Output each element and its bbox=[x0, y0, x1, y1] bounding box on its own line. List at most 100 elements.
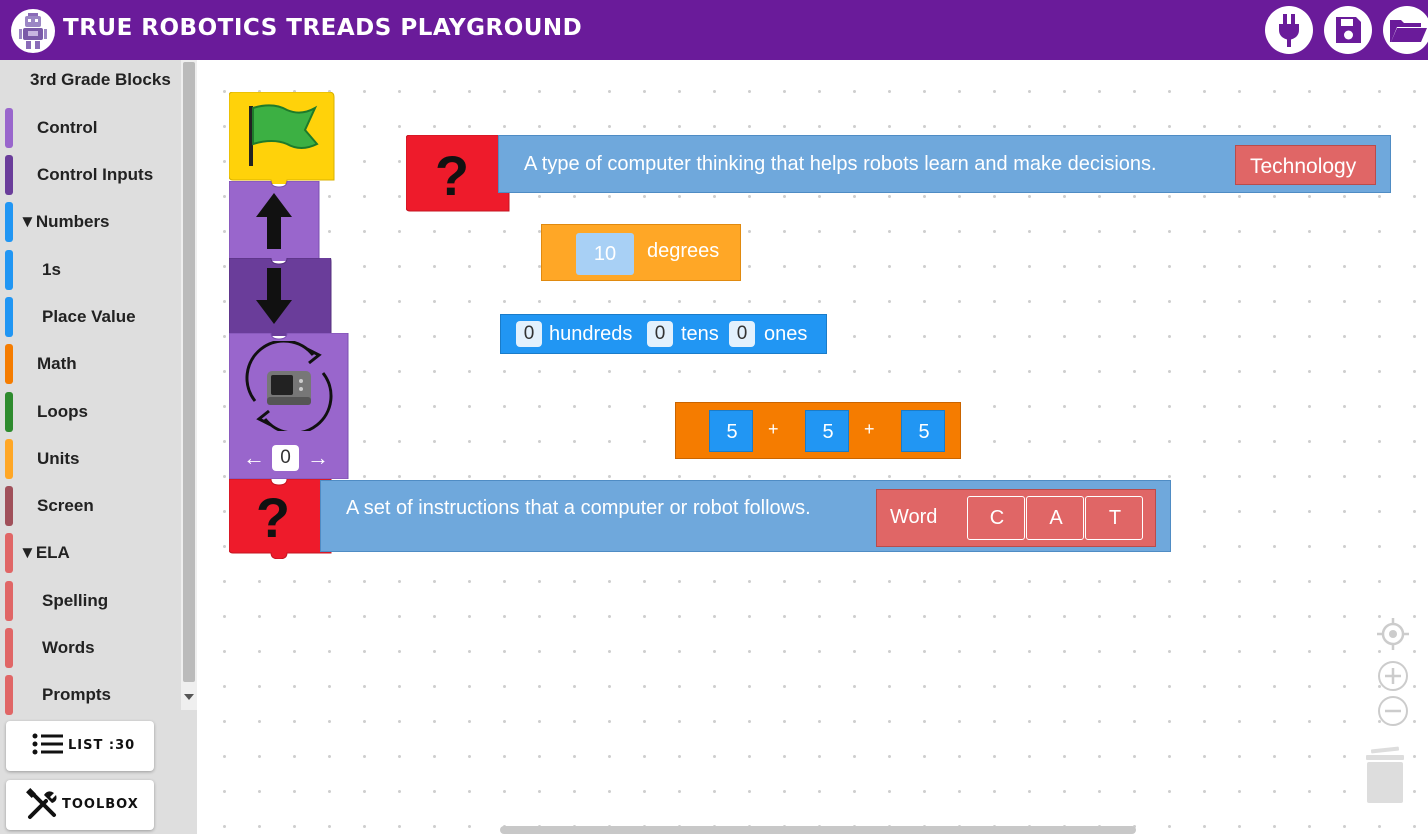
category-list: 3rd Grade Blocks Control Control Inputs … bbox=[0, 60, 181, 715]
category-ela[interactable]: ▼ELA bbox=[0, 533, 181, 573]
category-label: Control bbox=[37, 118, 98, 137]
degrees-value-slot[interactable]: 10 bbox=[576, 233, 634, 275]
category-color-bar bbox=[5, 533, 13, 573]
addition-block[interactable]: 5 + 5 + 5 bbox=[675, 402, 961, 459]
word-block[interactable]: Word C A T bbox=[876, 489, 1156, 547]
prompt-question-block-2[interactable]: ? bbox=[228, 478, 332, 560]
category-place-value[interactable]: Place Value bbox=[0, 297, 181, 337]
category-math[interactable]: Math bbox=[0, 344, 181, 384]
arrow-down-icon bbox=[256, 268, 292, 324]
degrees-value: 10 bbox=[593, 243, 617, 265]
open-folder-button[interactable] bbox=[1383, 6, 1428, 54]
word-label: Word bbox=[890, 506, 938, 528]
addend-3-block[interactable]: 5 bbox=[901, 410, 945, 452]
category-label: Control Inputs bbox=[37, 165, 154, 184]
place-value-block[interactable]: 0 hundreds 0 tens 0 ones bbox=[500, 314, 827, 354]
prompt-text-block-2[interactable]: A set of instructions that a computer or… bbox=[320, 480, 1171, 552]
rotate-left-arrow: ← bbox=[243, 445, 265, 470]
answer-word: Technology bbox=[1250, 155, 1357, 178]
save-disk-icon bbox=[1336, 17, 1361, 43]
addend-2: 5 bbox=[822, 421, 834, 443]
folder-open-icon bbox=[1390, 20, 1427, 42]
category-label: 1s bbox=[42, 260, 61, 279]
connect-button[interactable] bbox=[1265, 6, 1313, 54]
category-label: Prompts bbox=[42, 685, 111, 704]
answer-word-block[interactable]: Technology bbox=[1235, 145, 1376, 185]
zoom-out-icon[interactable] bbox=[1376, 694, 1410, 728]
arrow-up-icon bbox=[256, 193, 292, 249]
scrollbar-thumb[interactable] bbox=[183, 62, 195, 682]
prompt-text-2: A set of instructions that a computer or… bbox=[346, 497, 811, 519]
prompt-question-block-1[interactable]: ? bbox=[405, 134, 510, 213]
category-label: Units bbox=[37, 449, 80, 468]
category-control-inputs[interactable]: Control Inputs bbox=[0, 155, 181, 195]
category-loops[interactable]: Loops bbox=[0, 392, 181, 432]
toolbox-button-label: TOOLBOX bbox=[62, 797, 139, 812]
rotate-right-arrow: → bbox=[307, 445, 329, 470]
tens-input[interactable]: 0 bbox=[647, 321, 673, 347]
save-button[interactable] bbox=[1324, 6, 1372, 54]
addend-1: 5 bbox=[726, 421, 738, 443]
trash-can-icon[interactable] bbox=[1363, 745, 1407, 805]
letter-block-c[interactable]: C bbox=[967, 496, 1025, 540]
list-button-label: LIST :30 bbox=[68, 738, 136, 753]
hundreds-input[interactable]: 0 bbox=[516, 321, 542, 347]
category-1s[interactable]: 1s bbox=[0, 250, 181, 290]
category-control[interactable]: Control bbox=[0, 108, 181, 148]
category-label: ▼ELA bbox=[19, 543, 70, 562]
plus-operator-1: + bbox=[768, 419, 779, 439]
degrees-unit-block[interactable]: 10 degrees bbox=[541, 224, 741, 281]
svg-text:?: ? bbox=[435, 144, 469, 203]
prompt-text-1: A type of computer thinking that helps r… bbox=[524, 153, 1157, 175]
letter-block-t[interactable]: T bbox=[1085, 496, 1143, 540]
addend-3: 5 bbox=[918, 421, 930, 443]
category-color-bar bbox=[5, 675, 13, 715]
move-backward-block[interactable] bbox=[228, 253, 332, 341]
category-color-bar bbox=[5, 202, 13, 242]
category-numbers[interactable]: ▼Numbers bbox=[0, 202, 181, 242]
category-list-title: 3rd Grade Blocks bbox=[30, 70, 171, 89]
rotate-value-input[interactable]: 0 bbox=[272, 445, 299, 471]
question-mark-icon: ? bbox=[256, 486, 290, 545]
category-color-bar bbox=[5, 297, 13, 337]
workspace-horizontal-scrollbar[interactable] bbox=[500, 826, 1136, 834]
recenter-icon[interactable] bbox=[1375, 616, 1411, 652]
category-spelling[interactable]: Spelling bbox=[0, 581, 181, 621]
zoom-in-icon[interactable] bbox=[1376, 659, 1410, 693]
category-color-bar bbox=[5, 486, 13, 526]
category-screen[interactable]: Screen bbox=[0, 486, 181, 526]
list-icon bbox=[32, 733, 63, 755]
letter-c: C bbox=[989, 507, 1005, 529]
ones-label: ones bbox=[764, 323, 808, 345]
category-color-bar bbox=[5, 581, 13, 621]
category-label: Math bbox=[37, 354, 77, 373]
green-flag-block[interactable] bbox=[228, 91, 335, 187]
category-color-bar bbox=[5, 439, 13, 479]
ones-input[interactable]: 0 bbox=[729, 321, 755, 347]
degrees-label: degrees bbox=[647, 240, 720, 262]
tools-icon bbox=[26, 788, 57, 819]
tens-label: tens bbox=[681, 323, 719, 345]
rotate-robot-block[interactable]: ← 0 → bbox=[228, 332, 349, 480]
category-color-bar bbox=[5, 250, 13, 290]
toolbox-button[interactable]: TOOLBOX bbox=[6, 780, 154, 830]
app-title: TRUE ROBOTICS TREADS PLAYGROUND bbox=[63, 15, 583, 41]
category-prompts[interactable]: Prompts bbox=[0, 675, 181, 715]
prompt-text-block-1[interactable]: A type of computer thinking that helps r… bbox=[498, 135, 1391, 193]
move-forward-block[interactable] bbox=[228, 180, 320, 266]
letter-t: T bbox=[1108, 507, 1122, 529]
category-words[interactable]: Words bbox=[0, 628, 181, 668]
category-color-bar bbox=[5, 392, 13, 432]
addend-1-block[interactable]: 5 bbox=[709, 410, 753, 452]
category-scrollbar[interactable] bbox=[181, 60, 197, 710]
addend-2-block[interactable]: 5 bbox=[805, 410, 849, 452]
category-units[interactable]: Units bbox=[0, 439, 181, 479]
category-label: Words bbox=[42, 638, 95, 657]
category-color-bar bbox=[5, 155, 13, 195]
rotate-robot-icon bbox=[245, 341, 333, 431]
toolbox-sidebar: 3rd Grade Blocks Control Control Inputs … bbox=[0, 60, 197, 834]
scroll-down-arrow-icon[interactable] bbox=[184, 694, 194, 700]
list-button[interactable]: LIST :30 bbox=[6, 721, 154, 771]
letter-block-a[interactable]: A bbox=[1026, 496, 1084, 540]
plus-operator-2: + bbox=[864, 419, 875, 439]
